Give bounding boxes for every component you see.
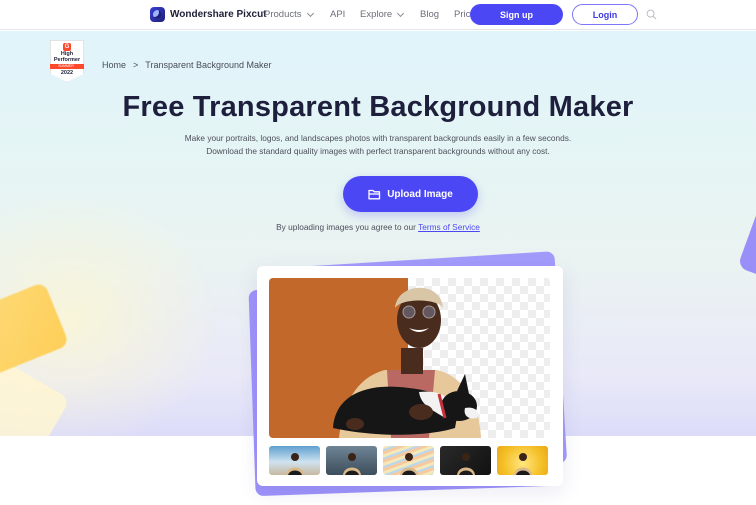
thumbnail-city-background[interactable]: [326, 446, 377, 475]
decorative-purple-card: [737, 201, 756, 281]
brand-logo[interactable]: Wondershare Pixcut: [150, 7, 267, 22]
person-thumbnail-icon: [343, 453, 361, 475]
sign-up-button[interactable]: Sign up: [470, 4, 563, 25]
g2-high-performer-badge: G High Performer SUMMER 2022: [50, 40, 84, 82]
breadcrumb-separator: >: [133, 60, 139, 70]
login-button[interactable]: Login: [572, 4, 638, 25]
upload-image-button[interactable]: Upload Image: [343, 176, 478, 212]
brand-name: Wondershare Pixcut: [170, 9, 267, 20]
nav-explore-label: Explore: [360, 9, 393, 20]
breadcrumb-home[interactable]: Home: [102, 60, 126, 70]
nav-api[interactable]: API: [330, 9, 345, 20]
background-thumbnails: [269, 446, 548, 475]
breadcrumb: Home > Transparent Background Maker: [102, 60, 272, 70]
person-thumbnail-icon: [457, 453, 475, 475]
thumbnail-dark-background[interactable]: [440, 446, 491, 475]
nav-explore[interactable]: Explore: [360, 9, 405, 20]
thumbnail-beach-background[interactable]: [269, 446, 320, 475]
nav-products-label: Products: [264, 9, 302, 20]
showcase-card: [257, 266, 563, 486]
nav-blog-label: Blog: [420, 9, 440, 20]
thumbnail-yellow-burst-background[interactable]: [497, 446, 548, 475]
search-icon[interactable]: [646, 9, 657, 20]
nav-products[interactable]: Products: [264, 9, 314, 20]
terms-prefix: By uploading images you agree to our: [276, 222, 419, 232]
chevron-down-icon: [397, 9, 405, 17]
person-with-dog-illustration: [333, 287, 481, 438]
chevron-down-icon: [306, 9, 314, 17]
badge-season: SUMMER: [50, 64, 84, 69]
page-title: Free Transparent Background Maker: [122, 91, 634, 123]
description-line-2: Download the standard quality images wit…: [206, 146, 550, 156]
nav-api-label: API: [330, 9, 346, 20]
main-preview-image: [269, 278, 550, 438]
pixcut-logo-icon: [150, 7, 165, 22]
badge-line2: Performer: [53, 57, 81, 63]
top-navigation-bar: Wondershare Pixcut Products API Explore …: [0, 0, 756, 30]
person-thumbnail-icon: [514, 453, 532, 475]
badge-year: 2022: [60, 70, 74, 76]
person-thumbnail-icon: [286, 453, 304, 475]
g2-logo-icon: G: [63, 43, 71, 51]
person-thumbnail-icon: [400, 453, 418, 475]
nav-blog[interactable]: Blog: [420, 9, 439, 20]
hero-description: Make your portraits, logos, and landscap…: [0, 132, 756, 158]
breadcrumb-current: Transparent Background Maker: [145, 60, 272, 70]
terms-notice: By uploading images you agree to our Ter…: [0, 222, 756, 232]
upload-image-label: Upload Image: [387, 188, 453, 200]
terms-of-service-link[interactable]: Terms of Service: [418, 222, 480, 232]
thumbnail-wavy-lines-background[interactable]: [383, 446, 434, 475]
folder-icon: [368, 189, 381, 199]
description-line-1: Make your portraits, logos, and landscap…: [184, 133, 572, 143]
